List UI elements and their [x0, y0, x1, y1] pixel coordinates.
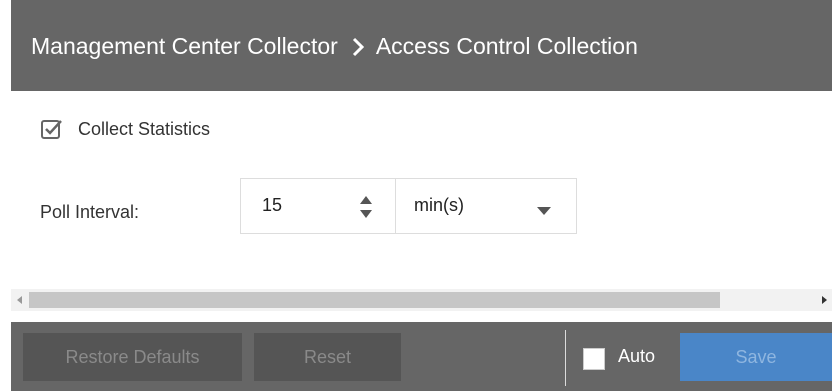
chevron-right-icon	[352, 37, 364, 57]
horizontal-scrollbar[interactable]	[11, 289, 832, 311]
poll-interval-unit-value: min(s)	[414, 195, 464, 215]
breadcrumb-current: Access Control Collection	[375, 33, 638, 59]
collect-statistics-label: Collect Statistics	[78, 118, 211, 139]
header-bar: Management Center Collector Access Contr…	[11, 0, 832, 91]
breadcrumb: Management Center Collector Access Contr…	[31, 33, 638, 60]
poll-interval-unit-select[interactable]: min(s)	[396, 179, 576, 233]
auto-label: Auto	[618, 346, 656, 366]
breadcrumb-parent[interactable]: Management Center Collector	[31, 33, 338, 60]
scrollbar-thumb[interactable]	[29, 292, 720, 308]
divider	[565, 330, 566, 386]
reset-button[interactable]: Reset	[254, 333, 401, 381]
poll-interval-input[interactable]: 15	[241, 179, 396, 233]
checkbox-checked-icon[interactable]	[40, 117, 64, 141]
poll-interval-label: Poll Interval:	[40, 202, 140, 222]
spinner-icon[interactable]	[359, 193, 373, 221]
action-bar: Restore Defaults Reset Auto Save	[11, 322, 832, 391]
auto-checkbox[interactable]	[583, 348, 605, 370]
restore-defaults-button[interactable]: Restore Defaults	[23, 333, 242, 381]
scroll-right-icon[interactable]	[814, 289, 832, 311]
scroll-left-icon[interactable]	[11, 289, 29, 311]
poll-interval-value: 15	[262, 195, 283, 215]
collect-statistics-checkbox[interactable]: Collect Statistics	[40, 117, 210, 141]
caret-down-icon	[537, 203, 551, 221]
poll-interval-group: 15 min(s)	[240, 178, 577, 234]
save-button[interactable]: Save	[680, 333, 832, 381]
